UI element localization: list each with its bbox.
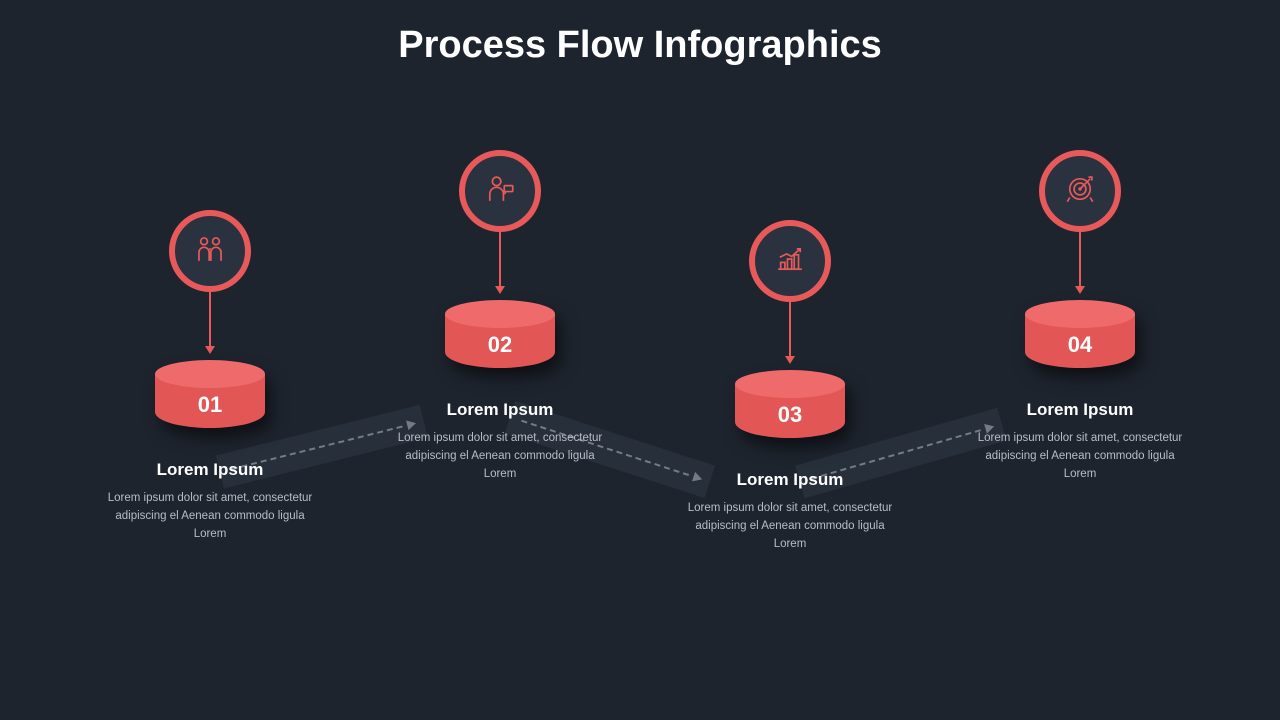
icon-circle-1 <box>169 210 251 292</box>
step-heading-3: Lorem Ipsum <box>660 470 920 490</box>
page-title: Process Flow Infographics <box>0 0 1280 67</box>
target-icon <box>1063 172 1097 211</box>
icon-circle-2 <box>459 150 541 232</box>
step-heading-4: Lorem Ipsum <box>950 400 1210 420</box>
cylinder-2: 02 <box>445 300 555 378</box>
step-number-3: 03 <box>778 402 802 428</box>
step-desc-4: Lorem ipsum dolor sit amet, consectetur … <box>950 430 1210 483</box>
process-step-2: 02 Lorem Ipsum Lorem ipsum dolor sit ame… <box>370 150 630 483</box>
diagram-stage: 01 Lorem Ipsum Lorem ipsum dolor sit ame… <box>0 120 1280 700</box>
drop-line-3 <box>789 302 791 362</box>
step-heading-1: Lorem Ipsum <box>80 460 340 480</box>
people-icon <box>193 232 227 271</box>
icon-circle-4 <box>1039 150 1121 232</box>
drop-line-4 <box>1079 232 1081 292</box>
process-step-4: 04 Lorem Ipsum Lorem ipsum dolor sit ame… <box>950 150 1210 483</box>
cylinder-3: 03 <box>735 370 845 448</box>
step-desc-3: Lorem ipsum dolor sit amet, consectetur … <box>660 500 920 553</box>
step-desc-2: Lorem ipsum dolor sit amet, consectetur … <box>370 430 630 483</box>
cylinder-1: 01 <box>155 360 265 438</box>
cylinder-4: 04 <box>1025 300 1135 378</box>
process-step-3: 03 Lorem Ipsum Lorem ipsum dolor sit ame… <box>660 220 920 553</box>
drop-line-1 <box>209 292 211 352</box>
icon-circle-3 <box>749 220 831 302</box>
step-number-4: 04 <box>1068 332 1092 358</box>
step-heading-2: Lorem Ipsum <box>370 400 630 420</box>
drop-line-2 <box>499 232 501 292</box>
step-desc-1: Lorem ipsum dolor sit amet, consectetur … <box>80 490 340 543</box>
growth-chart-icon <box>773 242 807 281</box>
step-number-1: 01 <box>198 392 222 418</box>
step-number-2: 02 <box>488 332 512 358</box>
person-speech-icon <box>483 172 517 211</box>
process-step-1: 01 Lorem Ipsum Lorem ipsum dolor sit ame… <box>80 210 340 543</box>
